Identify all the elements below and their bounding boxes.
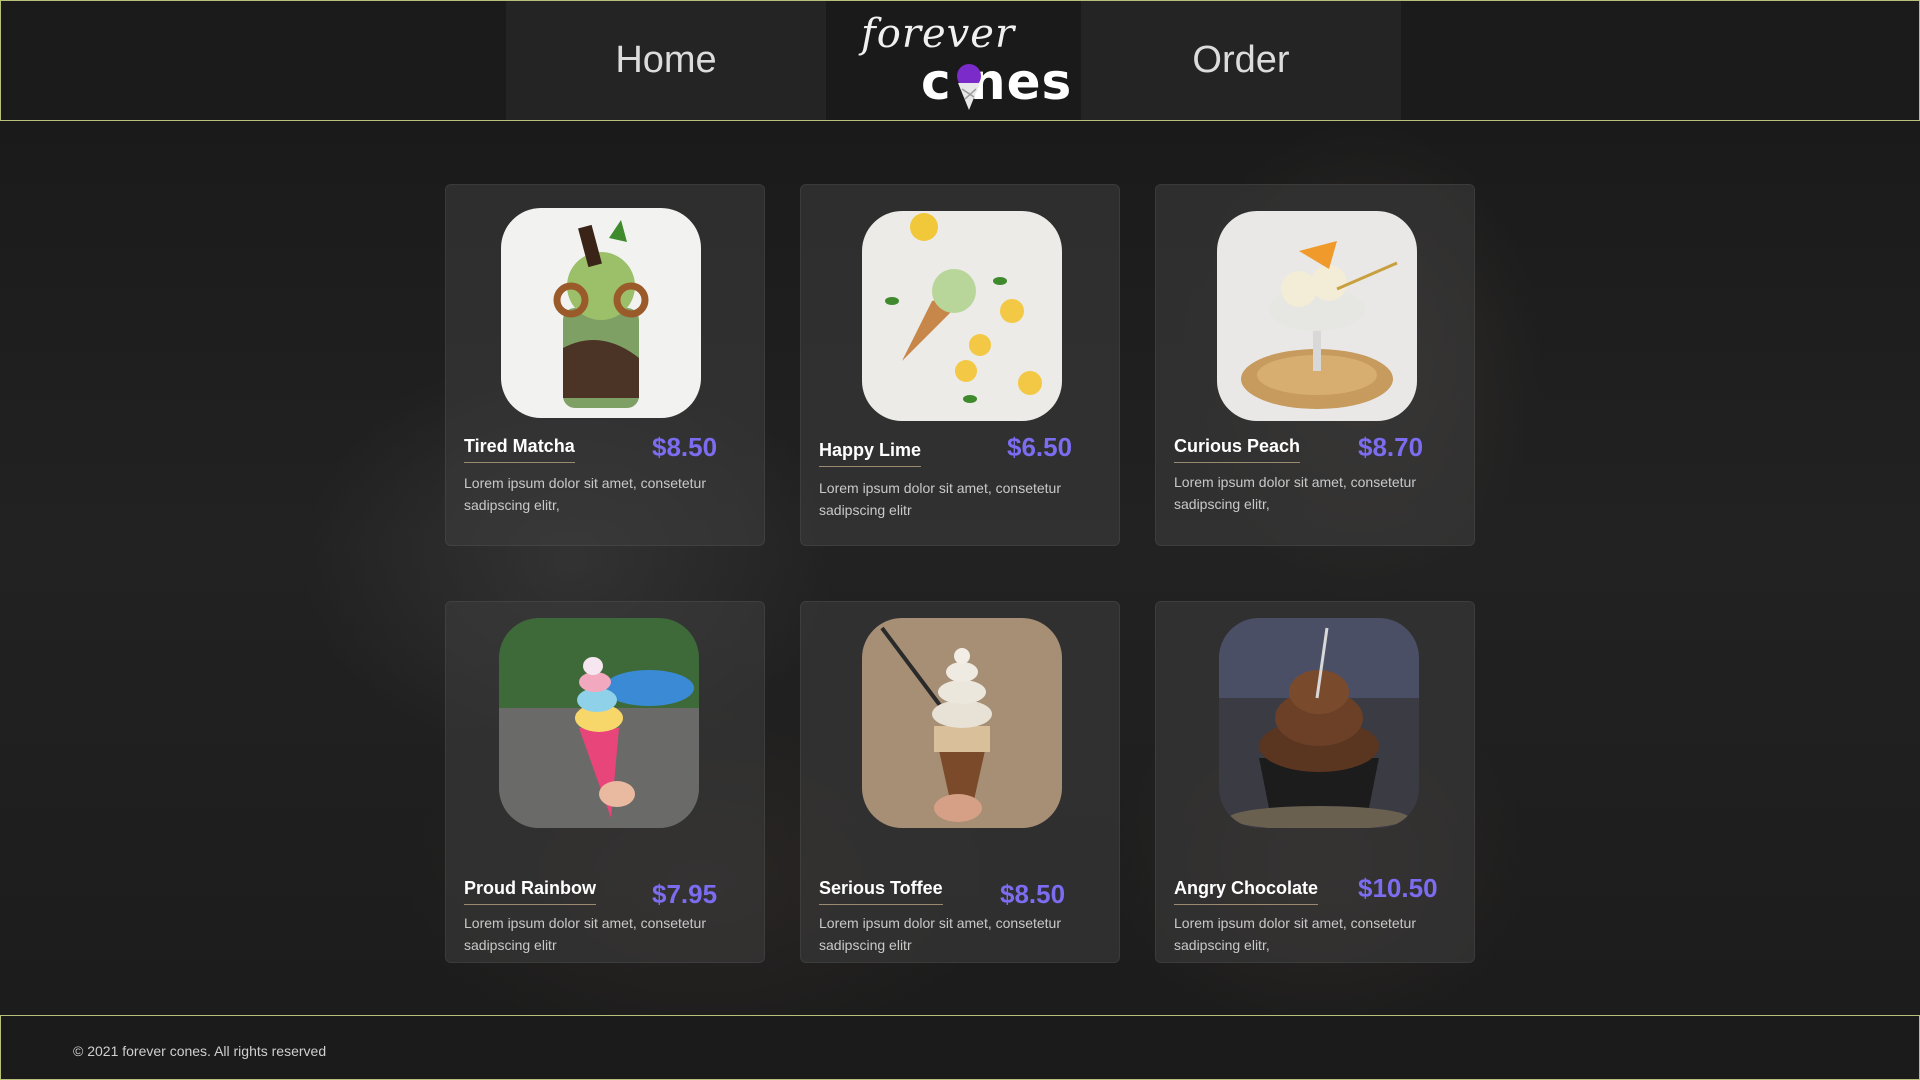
- logo-wordmark-forever: forever: [861, 11, 1016, 57]
- chocolate-image-icon: [1219, 618, 1419, 828]
- product-name: Proud Rainbow: [464, 878, 596, 905]
- ice-cream-cone-icon: [957, 64, 981, 110]
- rainbow-image-icon: [499, 618, 699, 828]
- footer-bar: © 2021 forever cones. All rights reserve…: [0, 1015, 1920, 1080]
- product-card[interactable]: Curious Peach $8.70 Lorem ipsum dolor si…: [1155, 184, 1475, 546]
- product-name: Angry Chocolate: [1174, 878, 1319, 905]
- product-card[interactable]: Happy Lime $6.50 Lorem ipsum dolor sit a…: [800, 184, 1120, 546]
- product-description: Lorem ipsum dolor sit amet, consetetur s…: [819, 480, 1061, 518]
- product-price: $7.95: [652, 879, 718, 909]
- product-name: Curious Peach: [1174, 436, 1301, 463]
- product-description: Lorem ipsum dolor sit amet, consetetur s…: [1174, 474, 1416, 512]
- product-price: $8.70: [1358, 432, 1424, 462]
- product-image-rainbow: [499, 618, 699, 828]
- matcha-image-icon: [501, 208, 701, 418]
- product-image-peach: [1217, 211, 1417, 421]
- product-description: Lorem ipsum dolor sit amet, consetetur s…: [464, 915, 706, 953]
- lime-image-icon: [862, 211, 1062, 421]
- toffee-image-icon: [862, 618, 1062, 828]
- nav-home-link[interactable]: Home: [506, 1, 826, 120]
- peach-image-icon: [1217, 211, 1417, 421]
- product-price: $10.50: [1358, 873, 1438, 903]
- product-card[interactable]: Proud Rainbow $7.95 Lorem ipsum dolor si…: [445, 601, 765, 963]
- product-name: Serious Toffee: [819, 878, 943, 905]
- product-card[interactable]: Serious Toffee $8.50 Lorem ipsum dolor s…: [800, 601, 1120, 963]
- product-card[interactable]: Tired Matcha $8.50 Lorem ipsum dolor sit…: [445, 184, 765, 546]
- product-image-toffee: [862, 618, 1062, 828]
- product-description: Lorem ipsum dolor sit amet, consetetur s…: [1174, 915, 1416, 953]
- product-name: Happy Lime: [819, 440, 922, 467]
- product-name: Tired Matcha: [464, 436, 575, 463]
- logo-wordmark-cones: c nes: [921, 53, 1073, 111]
- nav-order-link[interactable]: Order: [1081, 1, 1401, 120]
- logo[interactable]: forever c nes: [826, 1, 1081, 120]
- header-bar: Home forever c nes Order: [0, 0, 1920, 121]
- product-price: $8.50: [652, 432, 718, 462]
- product-price: $6.50: [1007, 432, 1073, 462]
- product-image-matcha: [501, 208, 701, 418]
- product-image-lime: [862, 211, 1062, 421]
- product-price: $8.50: [1000, 879, 1066, 909]
- product-card[interactable]: Angry Chocolate $10.50 Lorem ipsum dolor…: [1155, 601, 1475, 963]
- product-description: Lorem ipsum dolor sit amet, consetetur s…: [819, 915, 1061, 953]
- copyright-text: © 2021 forever cones. All rights reserve…: [73, 1043, 327, 1059]
- product-image-chocolate: [1219, 618, 1419, 828]
- product-description: Lorem ipsum dolor sit amet, consetetur s…: [464, 475, 706, 513]
